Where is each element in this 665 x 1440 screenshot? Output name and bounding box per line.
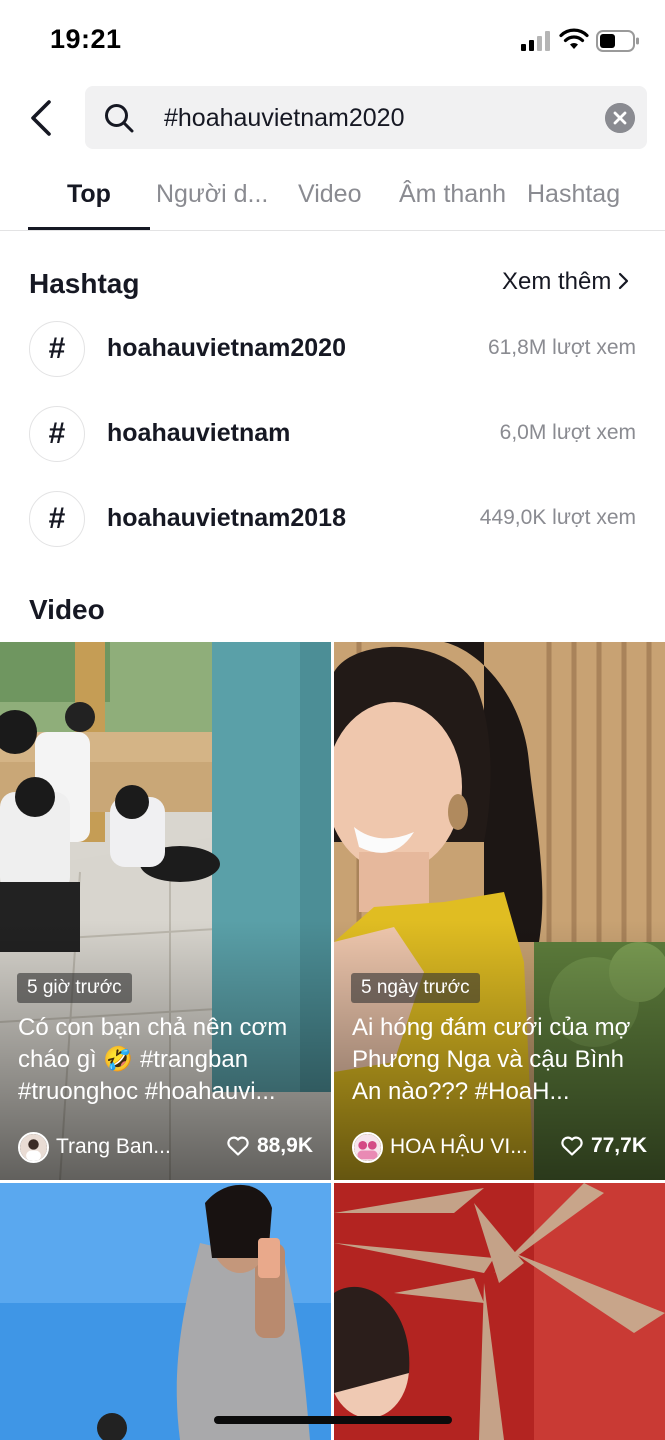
hashtag-name: hoahauvietnam xyxy=(107,419,291,447)
video-author[interactable]: HOA HẬU VI... xyxy=(352,1131,528,1163)
status-bar: 19:21 xyxy=(0,0,665,80)
hashtag-name: hoahauvietnam2020 xyxy=(107,334,346,362)
video-card[interactable] xyxy=(334,1183,665,1440)
search-tabs: Top Người d... Video Âm thanh Hashtag xyxy=(0,168,665,231)
video-caption: Ai hóng đám cưới của mợ Phương Nga và cậ… xyxy=(352,1014,631,1105)
hashtag-icon: # xyxy=(29,321,85,377)
video-caption: Có con bạn chả nên cơm cháo gì 🤣 #trangb… xyxy=(18,1014,288,1105)
hashtag-icon: # xyxy=(29,406,85,462)
video-section-title: Video xyxy=(29,594,105,625)
hashtag-section-title: Hashtag xyxy=(29,268,140,299)
video-likes: 77,7K xyxy=(561,1134,647,1158)
like-count: 88,9K xyxy=(256,1134,313,1157)
back-button[interactable] xyxy=(22,96,62,140)
hashtag-name: hoahauvietnam2018 xyxy=(107,504,346,532)
hashtag-item[interactable]: # hoahauvietnam2018 449,0K lượt xem xyxy=(0,484,665,554)
video-thumbnail xyxy=(0,1183,331,1440)
video-author[interactable]: Trang Ban... xyxy=(18,1131,171,1163)
video-time-badge: 5 ngày trước xyxy=(351,973,480,1003)
search-box[interactable] xyxy=(85,86,647,149)
heart-icon xyxy=(561,1136,583,1156)
active-tab-indicator xyxy=(28,227,150,230)
search-icon xyxy=(105,104,134,133)
home-indicator xyxy=(214,1416,452,1424)
hashtag-item[interactable]: # hoahauvietnam 6,0M lượt xem xyxy=(0,399,665,469)
cellular-signal-icon xyxy=(521,31,550,51)
tab-video[interactable]: Video xyxy=(298,180,362,209)
video-card[interactable] xyxy=(0,1183,331,1440)
hashtag-views: 61,8M lượt xem xyxy=(487,336,636,359)
chevron-right-icon xyxy=(619,272,629,290)
hashtag-icon: # xyxy=(29,491,85,547)
see-more-link[interactable]: Xem thêm xyxy=(502,268,631,296)
hashtag-item[interactable]: # hoahauvietnam2020 61,8M lượt xem xyxy=(0,314,665,384)
tab-users[interactable]: Người d... xyxy=(156,180,268,209)
wifi-icon xyxy=(559,28,589,49)
like-count: 77,7K xyxy=(590,1134,647,1157)
hashtag-views: 449,0K lượt xem xyxy=(479,506,636,529)
video-likes: 88,9K xyxy=(227,1134,313,1158)
status-time: 19:21 xyxy=(50,24,122,54)
tab-top[interactable]: Top xyxy=(67,180,111,209)
author-name: HOA HẬU VI... xyxy=(390,1135,528,1158)
battery-icon xyxy=(596,30,639,52)
hashtag-views: 6,0M lượt xem xyxy=(499,421,636,444)
avatar xyxy=(352,1131,383,1163)
video-thumbnail xyxy=(334,1183,665,1440)
heart-icon xyxy=(227,1136,249,1156)
see-more-label: Xem thêm xyxy=(502,268,612,295)
video-time-badge: 5 giờ trước xyxy=(17,973,132,1003)
search-input[interactable] xyxy=(164,98,594,138)
avatar xyxy=(18,1131,49,1163)
author-name: Trang Ban... xyxy=(56,1135,171,1158)
tab-hashtag[interactable]: Hashtag xyxy=(527,180,620,209)
tab-sounds[interactable]: Âm thanh xyxy=(399,180,506,209)
clear-search-button[interactable] xyxy=(605,103,635,133)
video-card[interactable]: 5 ngày trước Ai hóng đám cưới của mợ Phư… xyxy=(334,642,665,1180)
video-card[interactable]: 5 giờ trước Có con bạn chả nên cơm cháo … xyxy=(0,642,331,1180)
